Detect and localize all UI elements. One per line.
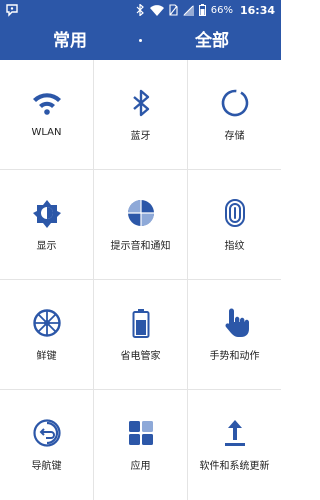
settings-item-label: 导航键 xyxy=(31,461,62,472)
tab-common[interactable]: 常用 xyxy=(45,26,95,56)
settings-item-label: 省电管家 xyxy=(120,351,161,362)
fingerprint-icon xyxy=(219,197,251,229)
bluetooth-icon xyxy=(125,87,157,119)
settings-item-label: 存储 xyxy=(224,131,245,142)
bluetooth-status-icon xyxy=(136,4,145,16)
clock: 16:34 xyxy=(239,3,275,17)
header: 66% 16:34 常用 全部 xyxy=(0,0,281,86)
wheel-icon xyxy=(31,307,63,339)
settings-item-wlan[interactable]: WLAN xyxy=(0,60,94,170)
upload-update-icon xyxy=(219,417,251,449)
wifi-icon xyxy=(31,87,63,119)
tab-all[interactable]: 全部 xyxy=(187,26,237,56)
tab-separator-dot xyxy=(139,39,142,42)
settings-item-gestures[interactable]: 手势和动作 xyxy=(188,280,281,390)
settings-item-fingerprint[interactable]: 指纹 xyxy=(188,170,281,280)
tab-bar: 常用 全部 xyxy=(0,26,281,86)
gesture-hand-icon xyxy=(219,307,251,339)
settings-item-key[interactable]: 鲜键 xyxy=(0,280,94,390)
settings-item-power-manager[interactable]: 省电管家 xyxy=(94,280,188,390)
settings-item-display[interactable]: 显示 xyxy=(0,170,94,280)
settings-item-label: 显示 xyxy=(36,241,57,252)
battery-status-icon xyxy=(198,4,206,16)
settings-item-label: 提示音和通知 xyxy=(110,241,171,252)
status-bar: 66% 16:34 xyxy=(0,0,281,20)
wifi-status-icon xyxy=(149,4,164,16)
settings-item-label: WLAN xyxy=(31,127,62,138)
brightness-icon xyxy=(31,197,63,229)
settings-item-label: 应用 xyxy=(130,461,151,472)
settings-item-sound-notification[interactable]: 提示音和通知 xyxy=(94,170,188,280)
settings-item-navigation-keys[interactable]: 导航键 xyxy=(0,390,94,500)
storage-icon xyxy=(219,87,251,119)
settings-item-label: 蓝牙 xyxy=(130,131,151,142)
settings-item-software-update[interactable]: 软件和系统更新 xyxy=(188,390,281,500)
signal-icon xyxy=(182,4,194,16)
settings-item-apps[interactable]: 应用 xyxy=(94,390,188,500)
battery-percent: 66% xyxy=(210,4,233,16)
settings-item-label: 指纹 xyxy=(224,241,245,252)
battery-icon xyxy=(125,307,157,339)
settings-item-storage[interactable]: 存储 xyxy=(188,60,281,170)
no-sim-icon xyxy=(169,4,178,16)
sound-notification-icon xyxy=(125,197,157,229)
apps-grid-icon xyxy=(125,417,157,449)
notification-icon xyxy=(4,2,20,18)
settings-item-label: 软件和系统更新 xyxy=(199,461,270,472)
settings-item-label: 手势和动作 xyxy=(209,351,260,362)
settings-item-label: 鲜键 xyxy=(36,351,57,362)
settings-item-bluetooth[interactable]: 蓝牙 xyxy=(94,60,188,170)
back-navigation-icon xyxy=(31,417,63,449)
settings-grid: WLAN 蓝牙 存储 显示 提示音和通知 指纹 鲜键 省电管家 手势和动作 导航… xyxy=(0,60,281,500)
